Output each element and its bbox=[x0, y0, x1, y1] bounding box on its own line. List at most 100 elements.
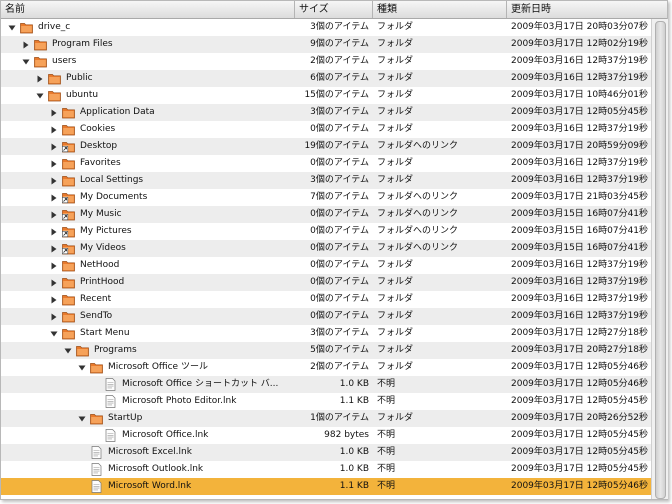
tree-row[interactable]: My Videos 0個のアイテム フォルダへのリンク 2009年03月15日 16時… bbox=[1, 240, 651, 257]
tree-row-label: Cookies bbox=[80, 124, 116, 134]
scrollbar-thumb[interactable] bbox=[655, 21, 666, 499]
tree-row-size: 1.0 KB bbox=[339, 464, 369, 474]
tree-row[interactable]: Favorites 0個のアイテム フォルダ 2009年03月16日 12時37分19… bbox=[1, 155, 651, 172]
tree-row[interactable]: Microsoft Excel.lnk 1.0 KB 不明 2009年03月17日 1… bbox=[1, 444, 651, 461]
tree-row[interactable]: Cookies 0個のアイテム フォルダ 2009年03月16日 12時37分19秒 bbox=[1, 121, 651, 138]
tree-row-size: 2個のアイテム bbox=[310, 56, 369, 66]
tree-row-label: PrintHood bbox=[80, 277, 125, 287]
tree-row-date: 2009年03月17日 12時05分45秒 bbox=[511, 430, 649, 440]
expander-closed-icon[interactable] bbox=[49, 240, 59, 257]
tree-row-label: Recent bbox=[80, 294, 112, 304]
tree-row[interactable]: SendTo 0個のアイテム フォルダ 2009年03月16日 12時37分19秒 bbox=[1, 308, 651, 325]
tree-row[interactable]: StartUp 1個のアイテム フォルダ 2009年03月17日 20時26分52秒 bbox=[1, 410, 651, 427]
tree-row-name-cell: Local Settings bbox=[1, 172, 295, 189]
expander-closed-icon[interactable] bbox=[49, 138, 59, 155]
expander-open-icon[interactable] bbox=[7, 19, 17, 36]
tree-row[interactable]: users 2個のアイテム フォルダ 2009年03月16日 12時37分19秒 bbox=[1, 53, 651, 70]
tree-row-name-cell: Application Data bbox=[1, 104, 295, 121]
tree-row-name-cell: Cookies bbox=[1, 121, 295, 138]
expander-closed-icon[interactable] bbox=[21, 36, 31, 53]
expander-open-icon[interactable] bbox=[49, 325, 59, 342]
tree-row[interactable]: NetHood 0個のアイテム フォルダ 2009年03月16日 12時37分19秒 bbox=[1, 257, 651, 274]
vertical-scrollbar[interactable] bbox=[651, 19, 668, 499]
column-header-kind[interactable]: 種類 bbox=[373, 1, 507, 18]
tree-row[interactable]: Microsoft Office ショートカット バ... 1.0 KB 不明 200… bbox=[1, 376, 651, 393]
tree-row[interactable]: My Music 0個のアイテム フォルダへのリンク 2009年03月15日 16時0… bbox=[1, 206, 651, 223]
column-header-size[interactable]: サイズ bbox=[295, 1, 373, 18]
tree-row-kind: 不明 bbox=[377, 447, 396, 457]
tree-row-kind: フォルダ bbox=[377, 328, 414, 338]
tree-row-name-cell: Microsoft Photo Editor.lnk bbox=[1, 393, 295, 410]
tree-row-name-cell: drive_c bbox=[1, 19, 295, 36]
expander-closed-icon[interactable] bbox=[49, 172, 59, 189]
tree-row-size: 3個のアイテム bbox=[310, 107, 369, 117]
folder-icon bbox=[34, 55, 47, 68]
tree-row[interactable]: Local Settings 3個のアイテム フォルダ 2009年03月16日 12時… bbox=[1, 172, 651, 189]
tree-row-kind: フォルダへのリンク bbox=[377, 209, 459, 219]
folder-icon bbox=[62, 174, 75, 187]
expander-closed-icon[interactable] bbox=[49, 308, 59, 325]
tree-row-label: NetHood bbox=[80, 260, 120, 270]
tree-row[interactable]: Microsoft Photo Editor.lnk 1.1 KB 不明 2009年0… bbox=[1, 393, 651, 410]
tree-row[interactable]: Start Menu 3個のアイテム フォルダ 2009年03月17日 12時27分1… bbox=[1, 325, 651, 342]
expander-closed-icon[interactable] bbox=[49, 104, 59, 121]
expander-closed-icon[interactable] bbox=[35, 70, 45, 87]
expander-closed-icon[interactable] bbox=[49, 121, 59, 138]
tree-row-kind: 不明 bbox=[377, 481, 396, 491]
document-icon bbox=[90, 446, 103, 459]
tree-row-kind: フォルダ bbox=[377, 158, 414, 168]
expander-closed-icon[interactable] bbox=[49, 155, 59, 172]
tree-row-size: 0個のアイテム bbox=[310, 243, 369, 253]
tree-row[interactable]: Public 6個のアイテム フォルダ 2009年03月16日 12時37分19秒 bbox=[1, 70, 651, 87]
tree-row-date: 2009年03月15日 16時07分41秒 bbox=[511, 226, 649, 236]
tree-row[interactable]: Application Data 3個のアイテム フォルダ 2009年03月17日 1… bbox=[1, 104, 651, 121]
expander-open-icon[interactable] bbox=[77, 359, 87, 376]
column-header-date[interactable]: 更新日時 bbox=[507, 1, 647, 18]
folder-icon bbox=[76, 344, 89, 357]
tree-row[interactable]: Microsoft Word.lnk 1.1 KB 不明 2009年03月17日 12… bbox=[1, 478, 651, 495]
tree-row[interactable]: Desktop 19個のアイテム フォルダへのリンク 2009年03月17日 20時5… bbox=[1, 138, 651, 155]
tree-row[interactable]: My Documents 7個のアイテム フォルダへのリンク 2009年03月17日 … bbox=[1, 189, 651, 206]
folder-link-icon bbox=[62, 140, 75, 153]
expander-closed-icon[interactable] bbox=[49, 257, 59, 274]
tree-row[interactable]: Microsoft Outlook.lnk 1.0 KB 不明 2009年03月17日… bbox=[1, 461, 651, 478]
tree-row[interactable]: drive_c 3個のアイテム フォルダ 2009年03月17日 20時03分07秒 bbox=[1, 19, 651, 36]
tree-row[interactable]: Microsoft Office.lnk 982 bytes 不明 2009年03月1… bbox=[1, 427, 651, 444]
tree-row-label: My Pictures bbox=[80, 226, 132, 236]
expander-closed-icon[interactable] bbox=[49, 206, 59, 223]
tree-row-name-cell: Microsoft Outlook.lnk bbox=[1, 461, 295, 478]
tree-row[interactable]: PrintHood 0個のアイテム フォルダ 2009年03月16日 12時37分19… bbox=[1, 274, 651, 291]
tree-row[interactable]: My Pictures 0個のアイテム フォルダへのリンク 2009年03月15日 1… bbox=[1, 223, 651, 240]
tree-row-size: 0個のアイテム bbox=[310, 260, 369, 270]
tree-row-name-cell: Microsoft Office.lnk bbox=[1, 427, 295, 444]
tree-row-date: 2009年03月17日 20時27分18秒 bbox=[511, 345, 649, 355]
expander-open-icon[interactable] bbox=[35, 87, 45, 104]
tree-row[interactable]: Programs 5個のアイテム フォルダ 2009年03月17日 20時27分18秒 bbox=[1, 342, 651, 359]
tree-row[interactable]: Recent 0個のアイテム フォルダ 2009年03月16日 12時37分19秒 bbox=[1, 291, 651, 308]
column-header-name[interactable]: 名前 bbox=[1, 1, 295, 18]
tree-row-kind: フォルダへのリンク bbox=[377, 141, 459, 151]
tree-row-label: ubuntu bbox=[66, 90, 99, 100]
expander-closed-icon[interactable] bbox=[49, 291, 59, 308]
tree-row[interactable]: Program Files 9個のアイテム フォルダ 2009年03月17日 12時0… bbox=[1, 36, 651, 53]
tree-row-label: Start Menu bbox=[80, 328, 130, 338]
tree-row[interactable]: ubuntu 15個のアイテム フォルダ 2009年03月17日 10時46分01秒 bbox=[1, 87, 651, 104]
expander-closed-icon[interactable] bbox=[49, 223, 59, 240]
expander-open-icon[interactable] bbox=[77, 410, 87, 427]
folder-icon bbox=[62, 276, 75, 289]
tree-row-date: 2009年03月16日 12時37分19秒 bbox=[511, 277, 649, 287]
expander-open-icon[interactable] bbox=[21, 53, 31, 70]
tree-row-date: 2009年03月16日 12時37分19秒 bbox=[511, 73, 649, 83]
tree-row[interactable]: Microsoft Office ツール 2個のアイテム フォルダ 2009年03月1… bbox=[1, 359, 651, 376]
tree-row-name-cell: Desktop bbox=[1, 138, 295, 155]
document-icon bbox=[90, 480, 103, 493]
expander-closed-icon[interactable] bbox=[49, 274, 59, 291]
tree-row-label: Microsoft Outlook.lnk bbox=[108, 464, 204, 474]
tree-row-label: Programs bbox=[94, 345, 137, 355]
tree-row-label: drive_c bbox=[38, 22, 71, 32]
tree-row-size: 0個のアイテム bbox=[310, 158, 369, 168]
expander-closed-icon[interactable] bbox=[49, 189, 59, 206]
tree-row-kind: フォルダへのリンク bbox=[377, 192, 459, 202]
tree-row-kind: フォルダ bbox=[377, 22, 414, 32]
expander-open-icon[interactable] bbox=[63, 342, 73, 359]
